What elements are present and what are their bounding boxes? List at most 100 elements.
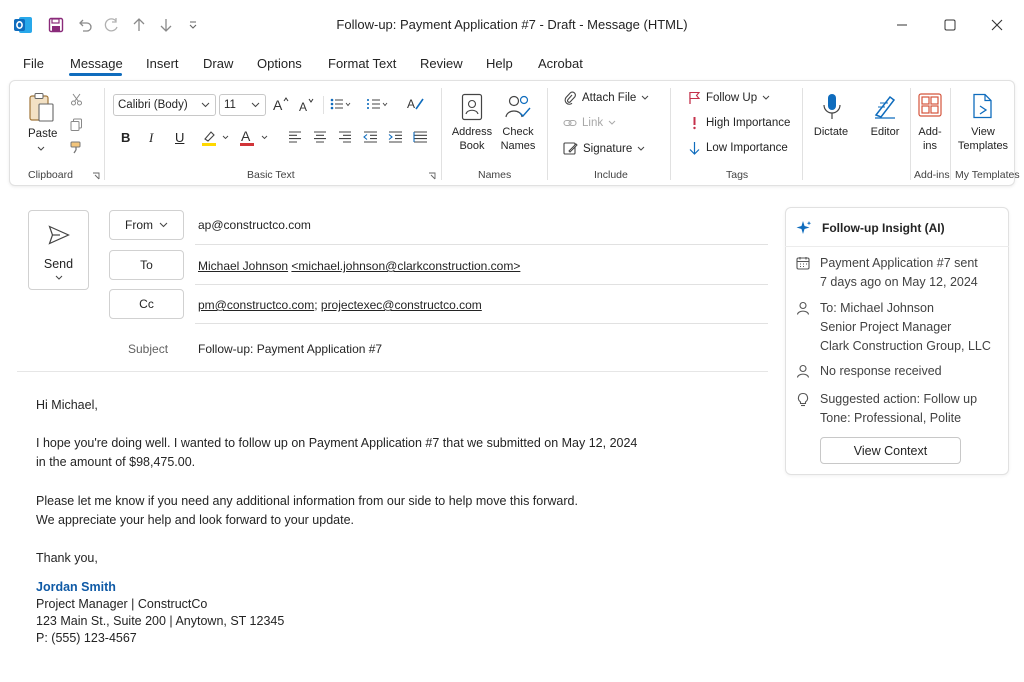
paste-icon[interactable] (27, 92, 57, 124)
increase-font-size-icon[interactable]: A (273, 97, 289, 111)
microphone-icon[interactable] (822, 93, 842, 121)
subject-label: Subject (128, 342, 169, 356)
arrow-up-icon[interactable] (128, 14, 150, 36)
check-names-icon[interactable] (504, 93, 532, 121)
cc-recipient-1: pm@constructco.com (198, 298, 315, 312)
paragraph-options-icon[interactable] (413, 131, 428, 143)
add-ins-label-line2: ins (922, 140, 938, 152)
address-book-icon[interactable] (461, 93, 483, 121)
cc-separator: ; (314, 298, 321, 312)
check-names-label-line1: Check (502, 126, 534, 138)
names-group-label: Names (478, 169, 512, 181)
toolbar-divider (323, 96, 324, 114)
group-divider (670, 88, 671, 180)
tab-format-text[interactable]: Format Text (328, 56, 396, 71)
bullets-icon[interactable] (330, 98, 352, 110)
body-paragraph-2-line-1: Please let me know if you need any addit… (36, 494, 578, 508)
minimize-button[interactable] (882, 10, 922, 40)
paste-dropdown-icon[interactable] (37, 146, 45, 152)
send-label: Send (43, 257, 74, 271)
font-family-value: Calibri (Body) (118, 99, 188, 111)
view-templates-icon[interactable] (972, 93, 994, 119)
undo-icon[interactable] (74, 14, 96, 36)
basic-text-launcher-icon[interactable] (428, 172, 436, 180)
view-templates-button[interactable]: View Templates (956, 125, 1010, 153)
paste-button[interactable]: Paste (28, 128, 57, 140)
increase-indent-icon[interactable] (388, 131, 403, 143)
tab-acrobat[interactable]: Acrobat (538, 56, 583, 71)
cut-icon[interactable] (70, 93, 83, 106)
svg-text:A: A (241, 128, 251, 144)
paperclip-icon (564, 91, 576, 105)
tab-insert[interactable]: Insert (146, 56, 179, 71)
person-icon (796, 301, 810, 315)
svg-text:A: A (273, 97, 283, 111)
font-color-icon[interactable]: A (239, 128, 271, 147)
italic-icon[interactable]: I (149, 130, 153, 146)
tab-options[interactable]: Options (257, 56, 302, 71)
tab-review[interactable]: Review (420, 56, 463, 71)
tab-message[interactable]: Message (70, 56, 123, 71)
to-button[interactable]: To (109, 250, 184, 280)
underline-icon[interactable]: U (175, 130, 184, 145)
save-icon[interactable] (45, 14, 67, 36)
format-painter-icon[interactable] (70, 141, 83, 154)
arrow-down-icon[interactable] (155, 14, 177, 36)
bold-icon[interactable]: B (121, 130, 130, 145)
editor-button[interactable]: Editor (863, 125, 907, 139)
decrease-indent-icon[interactable] (363, 131, 378, 143)
insight-recipient-line-2: Senior Project Manager (820, 320, 952, 334)
close-button[interactable] (977, 10, 1017, 40)
to-recipient[interactable]: Michael Johnson <michael.johnson@clarkco… (198, 259, 520, 273)
signature-button[interactable]: Signature (563, 141, 645, 156)
clipboard-group-label: Clipboard (28, 169, 73, 181)
from-button[interactable]: From (109, 210, 184, 240)
address-book-label-line2: Book (459, 140, 485, 152)
add-ins-icon[interactable] (918, 93, 942, 117)
check-names-button[interactable]: Check Names (496, 125, 540, 153)
tab-file[interactable]: File (23, 56, 44, 71)
font-size-dropdown[interactable]: 11 (219, 94, 266, 116)
clipboard-launcher-icon[interactable] (92, 172, 100, 180)
tab-draw[interactable]: Draw (203, 56, 233, 71)
view-context-button[interactable]: View Context (820, 437, 961, 464)
tab-help[interactable]: Help (486, 56, 513, 71)
font-family-dropdown[interactable]: Calibri (Body) (113, 94, 216, 116)
link-label: Link (582, 117, 604, 129)
editor-icon[interactable] (873, 93, 897, 119)
chevron-down-icon (762, 95, 770, 100)
numbering-icon[interactable] (367, 98, 389, 110)
insight-sent-line-2: 7 days ago on May 12, 2024 (820, 275, 978, 289)
address-book-button[interactable]: Address Book (450, 125, 494, 153)
low-importance-button[interactable]: Low Importance (688, 141, 788, 155)
align-center-icon[interactable] (313, 131, 327, 143)
highlight-icon[interactable] (201, 129, 231, 147)
send-options-chevron-icon[interactable] (55, 275, 63, 281)
cc-recipients[interactable]: pm@constructco.com; projectexec@construc… (198, 298, 482, 312)
align-left-icon[interactable] (288, 131, 302, 143)
high-importance-button[interactable]: High Importance (688, 116, 790, 130)
link-button[interactable]: Link (563, 116, 616, 130)
follow-up-button[interactable]: Follow Up (688, 91, 770, 105)
cc-button[interactable]: Cc (109, 289, 184, 319)
redo-icon[interactable] (101, 14, 123, 36)
add-ins-button[interactable]: Add- ins (910, 125, 950, 153)
styles-icon[interactable]: A (407, 96, 425, 112)
body-paragraph-2-line-2: We appreciate your help and look forward… (36, 513, 355, 527)
insight-recipient-line-1: To: Michael Johnson (820, 301, 934, 315)
dictate-button[interactable]: Dictate (809, 125, 853, 139)
insight-response-status: No response received (820, 364, 942, 378)
font-size-value: 11 (224, 99, 236, 111)
body-paragraph-1-line-2: in the amount of $98,475.00. (36, 455, 196, 469)
group-divider (547, 88, 548, 180)
from-value[interactable]: ap@constructco.com (198, 218, 311, 232)
copy-icon[interactable] (70, 118, 83, 131)
attach-file-button[interactable]: Attach File (563, 91, 649, 105)
insight-suggestion: Suggested action: Follow up Tone: Profes… (820, 390, 977, 428)
align-right-icon[interactable] (338, 131, 352, 143)
maximize-button[interactable] (930, 10, 970, 40)
decrease-font-size-icon[interactable]: A (299, 98, 315, 112)
subject-input[interactable]: Follow-up: Payment Application #7 (198, 342, 382, 356)
send-button[interactable]: Send (28, 210, 89, 290)
customize-toolbar-icon[interactable] (182, 14, 204, 36)
